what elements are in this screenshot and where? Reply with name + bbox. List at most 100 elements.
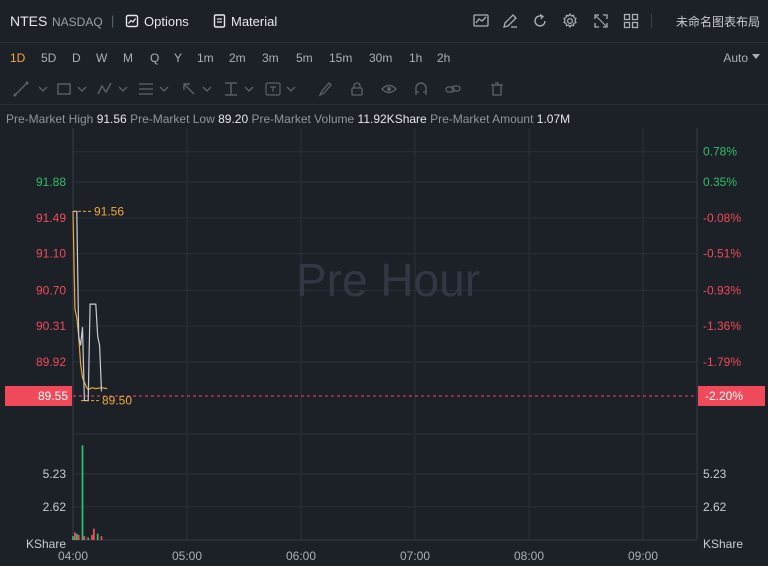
ticker-symbol[interactable]: NTES <box>10 13 47 29</box>
time-tick-label: 07:00 <box>400 549 430 563</box>
gear-icon[interactable] <box>561 12 579 30</box>
premarket-high-label: Pre-Market High <box>6 112 94 126</box>
period-y[interactable]: Y <box>174 51 182 65</box>
period-30m[interactable]: 30m <box>369 51 392 65</box>
period-q[interactable]: Q <box>150 51 159 65</box>
chart-background <box>0 128 768 566</box>
current-price-label: 89.55 <box>38 389 68 403</box>
premarket-amount-label: Pre-Market Amount <box>430 112 534 126</box>
edit-icon[interactable] <box>501 12 519 30</box>
refresh-icon[interactable] <box>531 12 549 30</box>
period-selector: 1D 5D D W M Q Y 1m 2m 3m 5m 15m 30m 1h 2… <box>0 43 768 73</box>
price-tick-label: 89.92 <box>36 355 66 369</box>
magnet-icon[interactable] <box>412 80 430 98</box>
volume-bar <box>96 533 99 540</box>
price-chart[interactable]: Pre Hour 91.88 91.49 91.10 90.70 90.31 89.92 0.… <box>0 128 768 566</box>
volume-tick-label: 2.62 <box>43 500 67 514</box>
premarket-info: Pre-Market High 91.56 Pre-Market Low 89.… <box>6 112 570 126</box>
chevron-down-icon[interactable] <box>240 80 258 98</box>
fibonacci-icon[interactable] <box>137 80 155 98</box>
brush-icon[interactable] <box>316 80 334 98</box>
scale-mode-select[interactable]: Auto <box>723 51 748 65</box>
price-tick-label: 90.70 <box>36 283 66 297</box>
percent-tick-label: -0.51% <box>703 247 741 261</box>
trend-line-icon[interactable] <box>12 80 30 98</box>
premarket-volume-value: 11.92KShare <box>357 112 427 126</box>
link-icon[interactable] <box>444 80 462 98</box>
premarket-amount-value: 1.07M <box>536 112 571 126</box>
volume-unit-label-right: KShare <box>703 537 743 551</box>
price-tick-label: 90.31 <box>36 319 66 333</box>
period-3m[interactable]: 3m <box>262 51 279 65</box>
lock-icon[interactable] <box>348 80 366 98</box>
low-marker-label: 89.50 <box>102 394 132 408</box>
price-tick-label: 91.10 <box>36 247 66 261</box>
volume-bar <box>100 536 103 540</box>
time-tick-label: 06:00 <box>286 549 316 563</box>
percent-tick-label: 0.78% <box>703 145 737 159</box>
grid-layout-icon[interactable] <box>622 12 640 30</box>
measure-icon[interactable] <box>222 80 240 98</box>
period-m[interactable]: M <box>123 51 133 65</box>
period-5d[interactable]: 5D <box>41 51 56 65</box>
time-tick-label: 08:00 <box>514 549 544 563</box>
period-5m[interactable]: 5m <box>296 51 313 65</box>
percent-tick-label: 0.35% <box>703 175 737 189</box>
period-w[interactable]: W <box>96 51 107 65</box>
volume-bar <box>74 532 76 540</box>
period-d[interactable]: D <box>72 51 81 65</box>
chart-type-icon[interactable] <box>472 12 490 30</box>
volume-bar <box>72 536 74 540</box>
period-15m[interactable]: 15m <box>329 51 352 65</box>
chevron-down-icon <box>752 54 760 59</box>
volume-bar <box>77 534 80 540</box>
volume-tick-label: 5.23 <box>43 467 67 481</box>
rectangle-icon[interactable] <box>55 80 73 98</box>
percent-tick-label: -1.79% <box>703 355 741 369</box>
chevron-down-icon[interactable] <box>34 80 52 98</box>
period-2h[interactable]: 2h <box>437 51 450 65</box>
chevron-down-icon[interactable] <box>114 80 132 98</box>
trash-icon[interactable] <box>488 80 506 98</box>
options-label: Options <box>144 13 189 29</box>
document-icon <box>213 14 226 28</box>
fullscreen-icon[interactable] <box>592 12 610 30</box>
eye-icon[interactable] <box>380 80 398 98</box>
material-label: Material <box>231 13 278 29</box>
volume-bar <box>81 445 84 540</box>
time-tick-label: 04:00 <box>58 549 88 563</box>
chevron-down-icon[interactable] <box>155 80 173 98</box>
material-button[interactable]: Material <box>213 12 277 30</box>
period-1m[interactable]: 1m <box>197 51 214 65</box>
percent-tick-label: -0.08% <box>703 211 741 225</box>
percent-tick-label: -1.36% <box>703 319 741 333</box>
layout-name[interactable]: 未命名图表布局 <box>676 13 760 30</box>
premarket-high-value: 91.56 <box>96 112 127 126</box>
time-tick-label: 05:00 <box>172 549 202 563</box>
chevron-down-icon[interactable] <box>282 80 300 98</box>
watermark-text: Pre Hour <box>296 254 480 306</box>
price-tick-label: 91.49 <box>36 211 66 225</box>
arrow-icon[interactable] <box>180 80 198 98</box>
period-2m[interactable]: 2m <box>229 51 246 65</box>
time-tick-label: 09:00 <box>628 549 658 563</box>
price-tick-label: 91.88 <box>36 175 66 189</box>
options-button[interactable]: Options <box>125 12 189 30</box>
volume-bar <box>75 533 78 540</box>
chevron-down-icon[interactable] <box>198 80 216 98</box>
volume-bar <box>87 537 90 540</box>
volume-bar <box>91 534 93 540</box>
pattern-icon[interactable] <box>96 80 114 98</box>
volume-tick-label-right: 5.23 <box>703 467 727 481</box>
drawing-toolbar <box>0 74 768 105</box>
volume-bar <box>93 528 95 540</box>
premarket-low-value: 89.20 <box>218 112 249 126</box>
volume-bar <box>83 536 86 540</box>
toolbar-divider <box>651 14 652 28</box>
options-icon <box>125 14 139 28</box>
period-1d[interactable]: 1D <box>10 51 25 65</box>
current-percent-label: -2.20% <box>705 389 743 403</box>
text-tool-icon[interactable] <box>264 80 282 98</box>
chevron-down-icon[interactable] <box>73 80 91 98</box>
period-1h[interactable]: 1h <box>409 51 422 65</box>
